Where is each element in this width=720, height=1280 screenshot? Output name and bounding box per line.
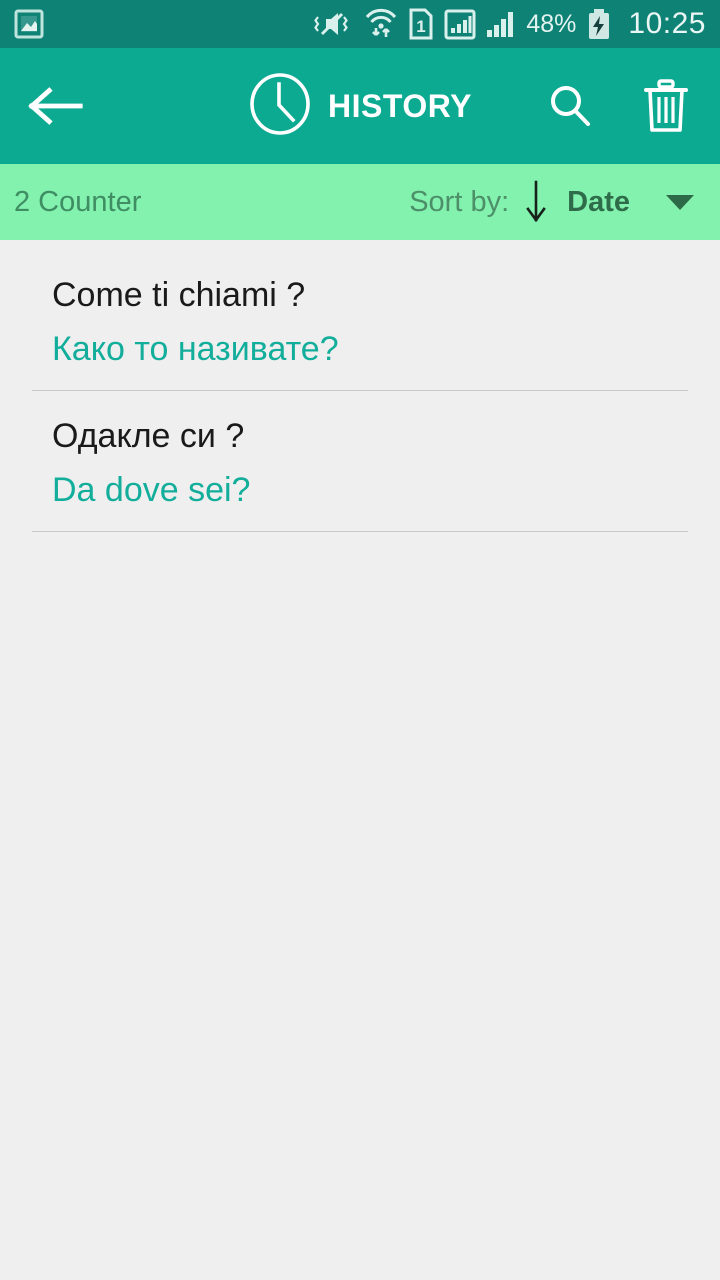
list-item[interactable]: Come ti chiami ? Како то називате? xyxy=(0,250,720,390)
app-bar: HISTORY xyxy=(0,48,720,164)
chevron-down-icon[interactable] xyxy=(664,192,696,212)
battery-charging-icon xyxy=(586,8,612,40)
delete-all-button[interactable] xyxy=(638,78,694,134)
gallery-image-icon xyxy=(14,8,44,40)
status-bar: 1 48% 10:25 xyxy=(0,0,720,48)
history-target-text: Da dove sei? xyxy=(52,470,251,509)
sort-bar: 2 Counter Sort by: Date xyxy=(0,164,720,240)
history-source-text: Come ti chiami ? xyxy=(52,276,306,314)
battery-percentage: 48% xyxy=(526,9,577,38)
history-source-text: Одакле си ? xyxy=(52,417,245,455)
wifi-transfer-icon xyxy=(364,8,398,40)
sim-1-icon: 1 xyxy=(408,8,434,40)
counter-label: 2 Counter xyxy=(14,185,142,218)
status-bar-clock: 10:25 xyxy=(628,7,706,40)
page-title: HISTORY xyxy=(328,87,472,124)
status-bar-notifications xyxy=(14,8,44,40)
app-bar-actions xyxy=(542,78,694,134)
back-button[interactable] xyxy=(26,76,86,136)
clock-icon xyxy=(248,72,312,141)
sort-selector[interactable]: Sort by: Date xyxy=(409,178,700,226)
vibrate-mute-icon xyxy=(314,8,354,40)
sort-value-label: Date xyxy=(567,185,630,218)
search-button[interactable] xyxy=(542,78,598,134)
history-target-text: Како то називате? xyxy=(52,329,339,368)
trash-icon xyxy=(644,79,688,132)
signal-bars-icon xyxy=(486,8,516,40)
svg-text:1: 1 xyxy=(417,17,426,36)
sort-by-label: Sort by: xyxy=(409,185,510,218)
list-item[interactable]: Одакле си ? Da dove sei? xyxy=(0,391,720,531)
list-divider xyxy=(32,531,688,532)
signal-boxed-icon xyxy=(444,8,476,40)
status-bar-system-icons: 1 48% 10:25 xyxy=(314,7,706,41)
sort-direction-descending-icon[interactable] xyxy=(523,178,549,226)
history-list: Come ti chiami ? Како то називате? Одакл… xyxy=(0,240,720,532)
search-icon xyxy=(551,86,590,126)
